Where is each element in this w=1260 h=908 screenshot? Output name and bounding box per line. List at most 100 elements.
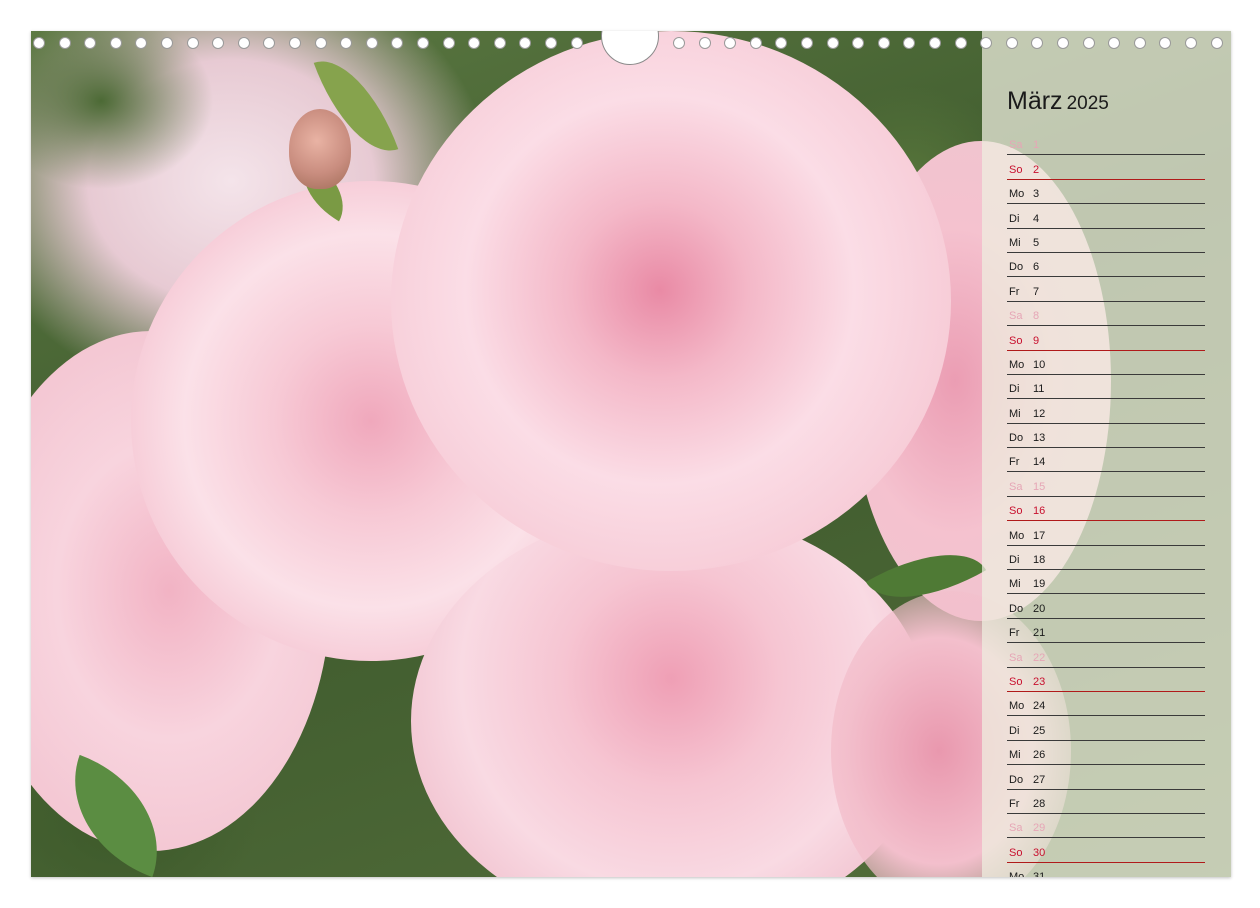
binding-ring xyxy=(826,37,839,49)
day-number: 24 xyxy=(1033,700,1046,713)
day-row: Di 11 xyxy=(1007,375,1205,400)
binding-ring xyxy=(314,37,327,49)
day-row: Mo 17 xyxy=(1007,521,1205,546)
binding-ring xyxy=(289,37,301,49)
binding-ring xyxy=(852,37,865,49)
day-row: Di 25 xyxy=(1007,716,1205,741)
spiral-binding xyxy=(31,31,1231,65)
weekday-label: So xyxy=(1009,505,1023,518)
day-row: Mo 24 xyxy=(1007,692,1205,717)
binding-ring xyxy=(442,37,455,49)
day-number: 2 xyxy=(1033,163,1040,176)
day-number: 17 xyxy=(1033,529,1046,542)
day-number: 30 xyxy=(1033,846,1046,859)
binding-ring xyxy=(801,37,813,49)
weekday-label: Fr xyxy=(1009,285,1020,298)
day-row: Mo 10 xyxy=(1007,351,1205,375)
binding-ring xyxy=(417,37,429,49)
rose-center-top xyxy=(391,31,951,571)
day-row: Di 4 xyxy=(1007,204,1205,229)
weekday-label: Fr xyxy=(1009,797,1020,810)
day-row: Mi 12 xyxy=(1007,399,1205,424)
day-row: Do 13 xyxy=(1007,424,1205,449)
day-row: Sa 8 xyxy=(1007,302,1205,327)
binding-ring xyxy=(775,37,788,49)
weekday-label: Mi xyxy=(1009,236,1021,249)
day-row: So 2 xyxy=(1007,155,1205,180)
weekday-label: So xyxy=(1009,675,1023,688)
binding-ring xyxy=(724,37,737,49)
day-number: 23 xyxy=(1033,675,1046,688)
day-number: 28 xyxy=(1033,797,1046,810)
day-row: Sa 1 xyxy=(1007,131,1205,156)
binding-ring xyxy=(365,37,378,49)
rose-bud xyxy=(289,109,351,189)
weekday-label: Mi xyxy=(1009,407,1021,420)
binding-ring xyxy=(135,37,148,49)
day-number: 25 xyxy=(1033,724,1046,737)
day-number: 1 xyxy=(1033,139,1040,152)
binding-ring xyxy=(570,37,583,49)
day-row: Mo 3 xyxy=(1007,180,1205,205)
binding-ring xyxy=(1159,37,1172,49)
day-row: Fr 14 xyxy=(1007,448,1205,473)
weekday-label: Mo xyxy=(1009,188,1025,201)
day-number: 10 xyxy=(1033,358,1046,371)
day-row: Fr 7 xyxy=(1007,277,1205,302)
day-number: 15 xyxy=(1033,480,1046,493)
weekday-label: Do xyxy=(1009,773,1024,786)
binding-ring xyxy=(1210,37,1223,49)
binding-ring xyxy=(493,37,506,49)
day-list: Sa 1 So 2 Mo 3 Di 4 Mi 5 Do 6 Fr 7 Sa 8 So 9 Mo 10 Di 11 Mi 12 D… xyxy=(1007,131,1205,877)
day-row: Do 27 xyxy=(1007,765,1205,790)
day-row: Do 6 xyxy=(1007,253,1205,278)
day-number: 13 xyxy=(1033,432,1046,445)
weekday-label: Sa xyxy=(1009,480,1023,493)
weekday-label: Do xyxy=(1009,602,1024,615)
day-number: 22 xyxy=(1033,651,1046,664)
day-number: 12 xyxy=(1033,407,1046,420)
day-number: 8 xyxy=(1033,310,1040,323)
day-number: 27 xyxy=(1033,773,1046,786)
day-number: 11 xyxy=(1033,383,1045,396)
binding-ring xyxy=(1057,37,1069,49)
day-row: Do 20 xyxy=(1007,594,1205,619)
day-number: 31 xyxy=(1033,871,1045,877)
year: 2025 xyxy=(1066,93,1109,114)
day-row: Sa 29 xyxy=(1007,814,1205,839)
weekday-label: Mo xyxy=(1009,358,1025,371)
binding-ring xyxy=(161,37,173,49)
day-number: 4 xyxy=(1033,212,1040,225)
weekday-label: Mo xyxy=(1009,529,1025,542)
day-number: 14 xyxy=(1033,456,1046,469)
weekday-label: Di xyxy=(1009,554,1020,567)
day-number: 18 xyxy=(1033,554,1046,567)
day-number: 7 xyxy=(1033,285,1040,298)
weekday-label: Sa xyxy=(1009,310,1023,323)
month-name: März xyxy=(1007,87,1063,115)
binding-ring xyxy=(1005,37,1018,49)
weekday-label: Do xyxy=(1009,432,1024,445)
binding-ring xyxy=(1082,37,1095,49)
weekday-label: Fr xyxy=(1009,627,1020,640)
weekday-label: Mi xyxy=(1009,749,1021,762)
day-number: 5 xyxy=(1033,236,1040,249)
binding-ring xyxy=(263,37,276,49)
binding-ring xyxy=(109,37,122,49)
binding-ring xyxy=(877,37,890,49)
weekday-label: So xyxy=(1009,334,1023,347)
binding-ring xyxy=(58,37,71,49)
weekday-label: Sa xyxy=(1009,822,1023,835)
weekday-label: Mo xyxy=(1009,871,1024,877)
weekday-label: Do xyxy=(1009,261,1024,274)
day-row: So 30 xyxy=(1007,838,1205,863)
day-number: 9 xyxy=(1033,334,1040,347)
weekday-label: Sa xyxy=(1009,651,1023,664)
weekday-label: Mo xyxy=(1009,700,1025,713)
binding-ring xyxy=(954,37,967,49)
month-title: März 2025 xyxy=(1007,87,1109,116)
day-row: Mo 31 xyxy=(1007,863,1205,877)
binding-ring xyxy=(545,37,557,49)
day-number: 16 xyxy=(1033,505,1046,518)
day-row: Mi 26 xyxy=(1007,741,1205,766)
